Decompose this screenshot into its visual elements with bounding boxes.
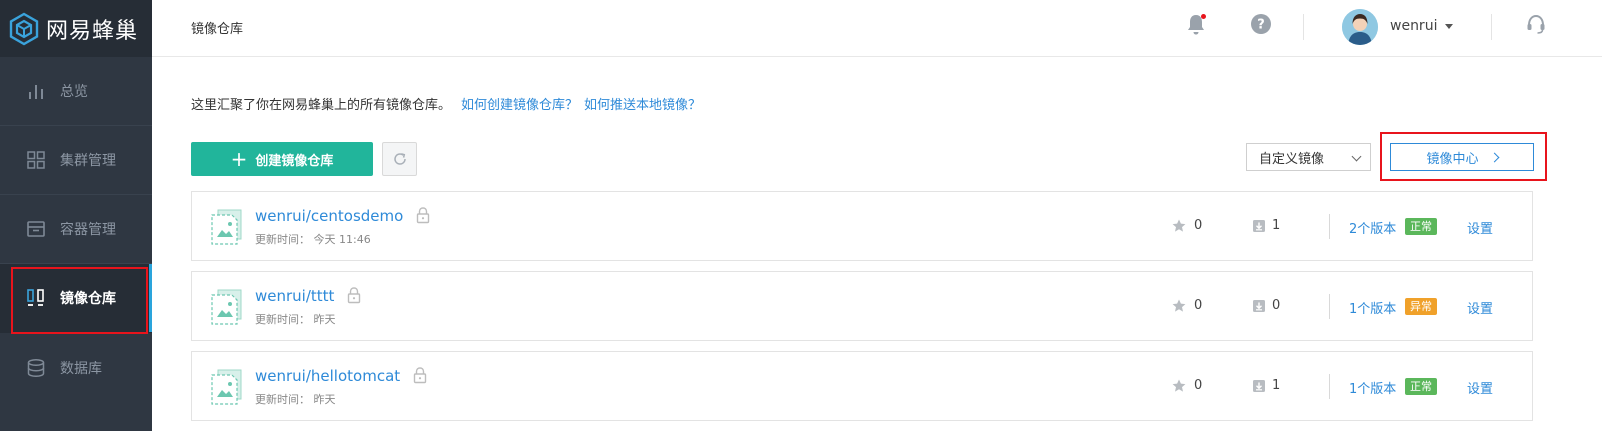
lock-icon bbox=[347, 287, 361, 304]
lock-icon bbox=[416, 207, 430, 224]
grid-icon bbox=[27, 151, 45, 169]
help-icon[interactable]: ? bbox=[1250, 13, 1272, 35]
headset-icon[interactable] bbox=[1525, 13, 1547, 35]
updated-time-label: 更新时间： bbox=[255, 313, 310, 326]
star-icon[interactable] bbox=[1172, 379, 1186, 393]
repository-name[interactable]: wenrui/tttt bbox=[255, 287, 334, 305]
repository-row: wenrui/centosdemo 更新时间： 今天 11:46 0 1 2个版… bbox=[191, 191, 1533, 261]
download-icon bbox=[1253, 300, 1265, 312]
mirror-center-label: 镜像中心 bbox=[1426, 151, 1479, 167]
sidebar-item-clusters[interactable]: 集群管理 bbox=[0, 126, 152, 195]
repository-updated-time: 更新时间： 昨天 bbox=[255, 311, 336, 327]
image-file-icon bbox=[211, 209, 242, 245]
intro-description: 这里汇聚了你在网易蜂巢上的所有镜像仓库。 bbox=[191, 98, 452, 113]
sidebar-item-database[interactable]: 数据库 bbox=[0, 333, 152, 402]
mirror-center-button[interactable]: 镜像中心 bbox=[1390, 143, 1534, 171]
updated-time-label: 更新时间： bbox=[255, 393, 310, 406]
repository-updated-time: 更新时间： 昨天 bbox=[255, 391, 336, 407]
download-icon bbox=[1253, 380, 1265, 392]
user-menu-caret-icon[interactable] bbox=[1445, 24, 1453, 29]
settings-link[interactable]: 设置 bbox=[1467, 218, 1493, 237]
row-divider bbox=[1329, 374, 1330, 399]
plus-icon: + bbox=[230, 147, 248, 171]
star-count: 0 bbox=[1194, 298, 1203, 313]
sidebar-item-label: 镜像仓库 bbox=[60, 291, 116, 307]
app-root: 网易蜂巢 总览 集群管理 容器管理 镜像仓库 数据库 镜像仓库 ? wenrui… bbox=[0, 0, 1602, 431]
topbar: 镜像仓库 ? wenrui bbox=[152, 0, 1602, 57]
image-file-icon bbox=[211, 369, 242, 405]
sidebar: 网易蜂巢 总览 集群管理 容器管理 镜像仓库 数据库 bbox=[0, 0, 152, 431]
refresh-icon bbox=[393, 153, 406, 165]
settings-link[interactable]: 设置 bbox=[1467, 298, 1493, 317]
avatar[interactable] bbox=[1342, 9, 1378, 45]
download-count: 1 bbox=[1272, 378, 1281, 393]
updated-time-value: 昨天 bbox=[313, 313, 336, 326]
notification-dot bbox=[1201, 14, 1206, 19]
create-repository-label: 创建镜像仓库 bbox=[255, 153, 334, 169]
row-divider bbox=[1329, 294, 1330, 319]
status-badge: 异常 bbox=[1405, 298, 1437, 315]
lock-icon bbox=[413, 367, 427, 384]
username[interactable]: wenrui bbox=[1390, 18, 1437, 34]
topbar-divider bbox=[1303, 14, 1304, 40]
status-badge: 正常 bbox=[1405, 378, 1437, 395]
versions-link[interactable]: 1个版本 bbox=[1349, 378, 1396, 397]
versions-link[interactable]: 2个版本 bbox=[1349, 218, 1396, 237]
sidebar-item-label: 集群管理 bbox=[60, 153, 116, 169]
sidebar-item-image-repository[interactable]: 镜像仓库 bbox=[0, 264, 152, 333]
refresh-button[interactable] bbox=[382, 142, 417, 176]
sidebar-item-overview[interactable]: 总览 bbox=[0, 57, 152, 126]
image-type-select[interactable]: 自定义镜像 bbox=[1246, 143, 1371, 171]
star-icon[interactable] bbox=[1172, 219, 1186, 233]
svg-text:?: ? bbox=[1257, 18, 1265, 33]
image-type-select-value: 自定义镜像 bbox=[1259, 151, 1325, 167]
logo-text: 网易蜂巢 bbox=[46, 18, 139, 44]
updated-time-value: 今天 11:46 bbox=[313, 233, 371, 246]
chevron-right-icon bbox=[1489, 152, 1499, 162]
updated-time-value: 昨天 bbox=[313, 393, 336, 406]
updated-time-label: 更新时间： bbox=[255, 233, 310, 246]
box-icon bbox=[27, 221, 45, 237]
database-icon bbox=[27, 358, 45, 377]
repository-name[interactable]: wenrui/hellotomcat bbox=[255, 367, 400, 385]
settings-link[interactable]: 设置 bbox=[1467, 378, 1493, 397]
star-count: 0 bbox=[1194, 218, 1203, 233]
repository-row: wenrui/hellotomcat 更新时间： 昨天 0 1 1个版本 正常 … bbox=[191, 351, 1533, 421]
download-count: 0 bbox=[1272, 298, 1281, 313]
breadcrumb: 镜像仓库 bbox=[191, 22, 244, 37]
create-repository-button[interactable]: + 创建镜像仓库 bbox=[191, 142, 373, 176]
sidebar-item-label: 总览 bbox=[60, 84, 88, 100]
repository-icon bbox=[27, 289, 44, 306]
intro-text: 这里汇聚了你在网易蜂巢上的所有镜像仓库。 如何创建镜像仓库？ 如何推送本地镜像？ bbox=[191, 94, 701, 113]
sidebar-item-containers[interactable]: 容器管理 bbox=[0, 195, 152, 264]
chevron-down-icon bbox=[1351, 151, 1362, 162]
bar-chart-icon bbox=[29, 85, 43, 99]
download-icon bbox=[1253, 220, 1265, 232]
avatar-image bbox=[1342, 9, 1378, 45]
status-badge: 正常 bbox=[1405, 218, 1437, 235]
sidebar-item-label: 容器管理 bbox=[60, 222, 116, 238]
logo[interactable]: 网易蜂巢 bbox=[0, 0, 152, 57]
image-file-icon bbox=[211, 289, 242, 325]
repository-updated-time: 更新时间： 今天 11:46 bbox=[255, 231, 371, 247]
repository-name[interactable]: wenrui/centosdemo bbox=[255, 207, 403, 225]
help-link-push[interactable]: 如何推送本地镜像？ bbox=[584, 98, 701, 113]
row-divider bbox=[1329, 214, 1330, 239]
versions-link[interactable]: 1个版本 bbox=[1349, 298, 1396, 317]
sidebar-item-label: 数据库 bbox=[60, 360, 102, 377]
help-link-create[interactable]: 如何创建镜像仓库？ bbox=[461, 98, 578, 113]
star-count: 0 bbox=[1194, 378, 1203, 393]
star-icon[interactable] bbox=[1172, 299, 1186, 313]
logo-icon bbox=[9, 12, 39, 45]
download-count: 1 bbox=[1272, 218, 1281, 233]
repository-row: wenrui/tttt 更新时间： 昨天 0 0 1个版本 异常 设置 bbox=[191, 271, 1533, 341]
topbar-divider bbox=[1491, 14, 1492, 40]
